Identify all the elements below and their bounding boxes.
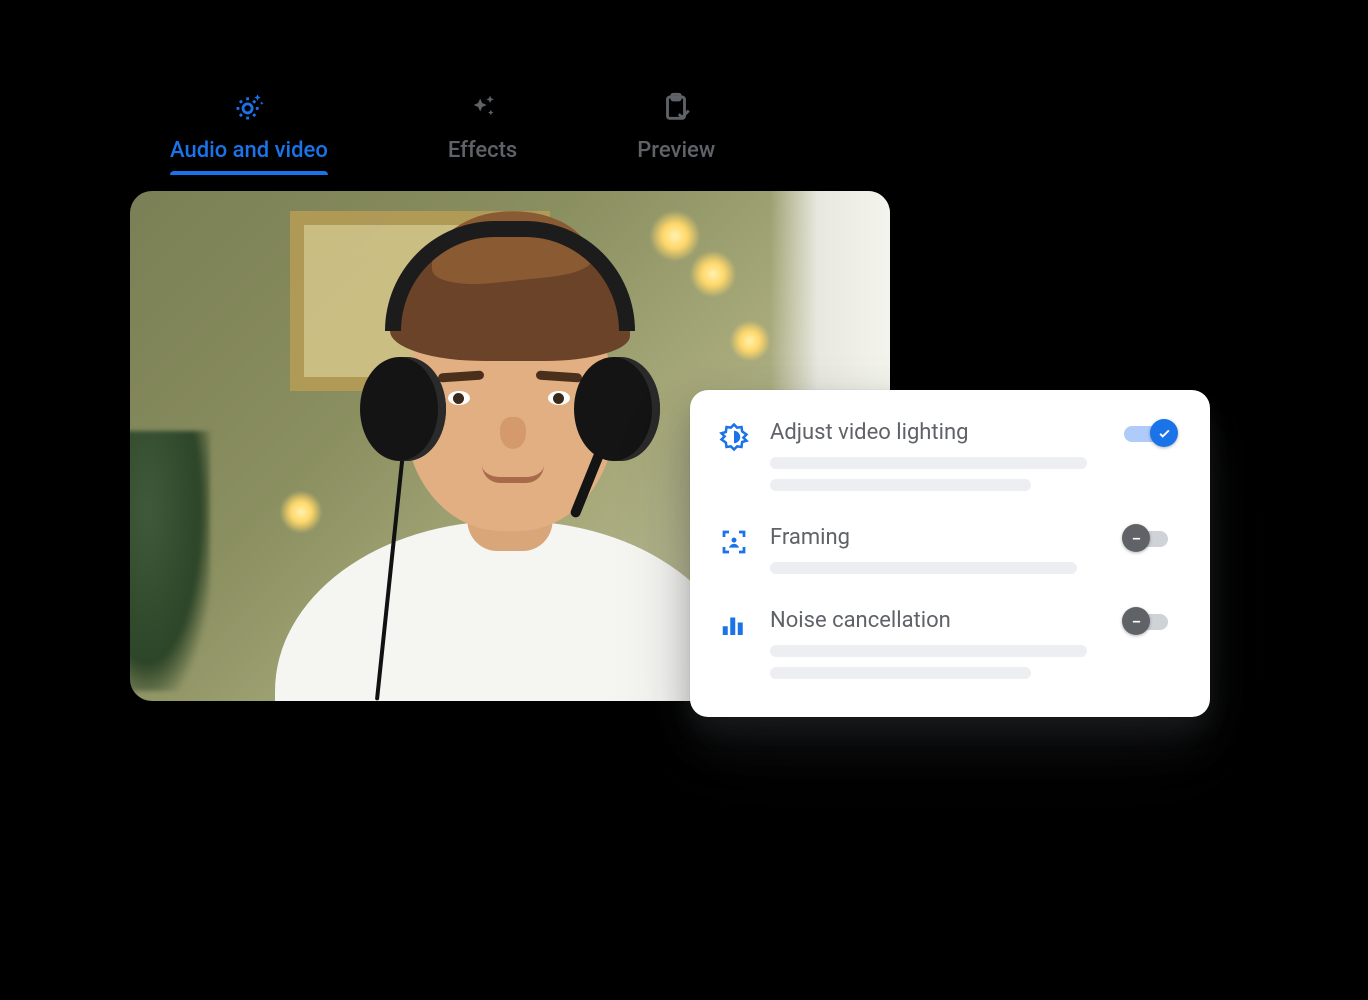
placeholder-line <box>770 457 1087 469</box>
tab-underline <box>170 171 328 175</box>
person-with-headset <box>275 521 745 701</box>
av-settings-panel: Adjust video lighting <box>690 390 1210 717</box>
minus-icon <box>1122 524 1150 552</box>
tab-effects[interactable]: Effects <box>448 90 517 173</box>
clipboard-check-icon <box>659 90 693 128</box>
brightness-icon <box>718 420 750 452</box>
placeholder-line <box>770 645 1087 657</box>
check-icon <box>1150 419 1178 447</box>
settings-sparkle-icon <box>232 90 266 128</box>
setting-label: Adjust video lighting <box>770 420 1104 445</box>
placeholder-line <box>770 667 1031 679</box>
setting-row-lighting: Adjust video lighting <box>718 420 1182 501</box>
settings-tabs: Audio and video Effects <box>130 90 1210 173</box>
frame-person-icon <box>718 525 750 557</box>
setting-label: Noise cancellation <box>770 608 1104 633</box>
tab-preview[interactable]: Preview <box>637 90 715 173</box>
audio-bars-icon <box>718 608 750 640</box>
setting-label: Framing <box>770 525 1104 550</box>
placeholder-line <box>770 479 1031 491</box>
tab-label: Effects <box>448 138 517 163</box>
tab-audio-video[interactable]: Audio and video <box>170 90 328 173</box>
toggle-noise[interactable] <box>1124 610 1176 632</box>
tab-label: Audio and video <box>170 138 328 163</box>
tab-label: Preview <box>637 138 715 163</box>
minus-icon <box>1122 607 1150 635</box>
placeholder-line <box>770 562 1077 574</box>
toggle-lighting[interactable] <box>1124 422 1176 444</box>
toggle-framing[interactable] <box>1124 527 1176 549</box>
sparkles-icon <box>466 90 500 128</box>
setting-row-noise: Noise cancellation <box>718 608 1182 689</box>
setting-row-framing: Framing <box>718 525 1182 584</box>
